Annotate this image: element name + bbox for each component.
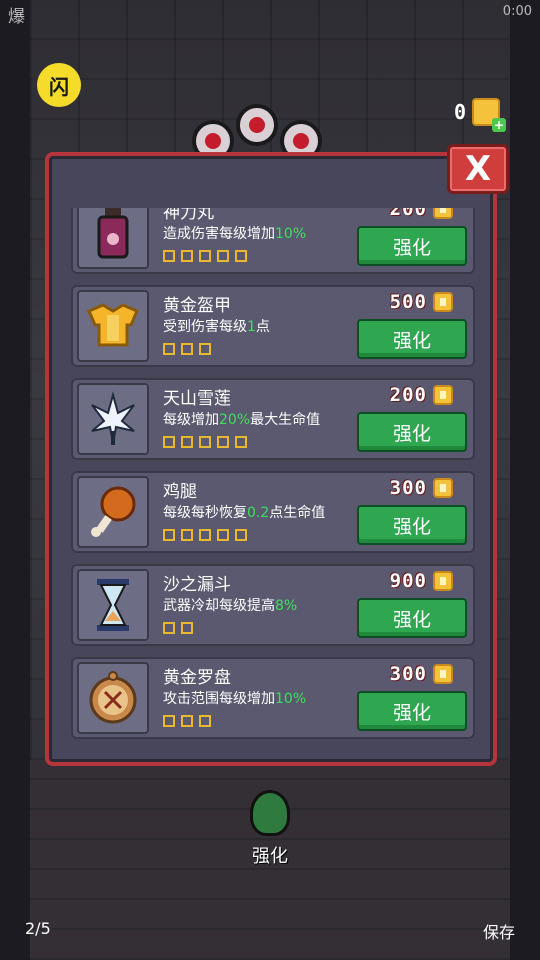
level-slot-icon (181, 436, 193, 448)
level-slot-icon (199, 529, 211, 541)
status-bar-app-label: 爆 (8, 7, 25, 27)
menu-button[interactable]: 闪 (37, 63, 81, 107)
level-slot-icon (181, 343, 193, 355)
level-slot-icon (235, 250, 247, 262)
bottom-upgrade-hint: 强化 (240, 790, 300, 868)
item-description: 受到伤害每级1点 (163, 319, 270, 335)
golden-armor-icon (77, 290, 149, 362)
upgrade-item: 天山雪莲每级增加20%最大生命值 200 强化 (71, 378, 475, 460)
upgrade-button[interactable]: 强化 (357, 319, 467, 359)
item-price: 300 (390, 477, 453, 499)
item-name: 鸡腿 (163, 482, 197, 502)
level-slot-icon (163, 622, 175, 634)
item-name: 沙之漏斗 (163, 575, 231, 595)
item-description: 造成伤害每级增加10% (163, 226, 307, 242)
level-slots (163, 529, 247, 541)
gold-coin-icon (433, 208, 453, 219)
hourglass-icon (77, 569, 149, 641)
close-button[interactable]: X (447, 144, 509, 194)
item-name: 黄金罗盘 (163, 668, 231, 688)
upgrade-item: 沙之漏斗武器冷却每级提高8% 900 强化 (71, 564, 475, 646)
upgrade-item: 黄金盔甲受到伤害每级1点 500 强化 (71, 285, 475, 367)
item-price: 200 (390, 208, 453, 220)
level-slot-icon (181, 529, 193, 541)
upgrade-item: 鸡腿每级每秒恢复0.2点生命值 300 强化 (71, 471, 475, 553)
status-bar-time: 0:00 (502, 4, 532, 19)
gold-coin-icon (433, 478, 453, 498)
level-slot-icon (163, 529, 175, 541)
upgrade-item: 神力丸造成伤害每级增加10% 200 强化 (71, 208, 475, 274)
snow-lotus-icon (77, 383, 149, 455)
level-slot-icon (217, 436, 229, 448)
level-slots (163, 250, 247, 262)
level-slot-icon (235, 529, 247, 541)
gold-coin-icon (433, 664, 453, 684)
item-description: 每级每秒恢复0.2点生命值 (163, 505, 326, 521)
level-slot-icon (163, 343, 175, 355)
item-price: 300 (390, 663, 453, 685)
close-icon: X (464, 149, 492, 189)
item-description: 攻击范围每级增加10% (163, 691, 307, 707)
level-slot-icon (217, 529, 229, 541)
item-description: 每级增加20%最大生命值 (163, 412, 321, 428)
potion-bottle-icon (77, 208, 149, 269)
status-bar: 爆 0:00 (0, 0, 540, 27)
upgrade-panel: 神力丸 造成伤害每级增加10% 200 强化 黄金盔甲 受到伤害每级1点 500 强化 天山雪莲… (45, 152, 497, 766)
level-slot-icon (163, 715, 175, 727)
upgrade-item-list[interactable]: 神力丸 造成伤害每级增加10% 200 强化 黄金盔甲 受到伤害每级1点 500 强化 天山雪莲… (67, 208, 477, 748)
gold-coin-icon (433, 385, 453, 405)
upgrade-button[interactable]: 强化 (357, 412, 467, 452)
level-slot-icon (199, 436, 211, 448)
boss-eyes-decoration (190, 98, 350, 162)
upgrade-button[interactable]: 强化 (357, 505, 467, 545)
item-description: 武器冷却每级提高8% (163, 598, 298, 614)
level-slot-icon (163, 436, 175, 448)
level-slot-icon (181, 250, 193, 262)
save-button[interactable]: 保存 (483, 919, 515, 943)
level-slot-icon (217, 250, 229, 262)
green-potion-icon (250, 790, 290, 836)
item-price: 900 (390, 570, 453, 592)
item-price: 200 (390, 384, 453, 406)
level-slots (163, 622, 193, 634)
level-slots (163, 715, 211, 727)
upgrade-button[interactable]: 强化 (357, 226, 467, 266)
upgrade-button[interactable]: 强化 (357, 691, 467, 731)
level-slots (163, 343, 211, 355)
price-value: 300 (389, 663, 427, 685)
price-value: 300 (389, 477, 427, 499)
level-slot-icon (199, 343, 211, 355)
level-slot-icon (163, 250, 175, 262)
price-value: 200 (389, 384, 427, 406)
item-name: 神力丸 (163, 208, 214, 223)
gold-count: 0 (453, 100, 466, 124)
gold-coin-icon (433, 571, 453, 591)
price-value: 900 (389, 570, 427, 592)
level-slot-icon (235, 436, 247, 448)
level-slot-icon (181, 622, 193, 634)
upgrade-item: 黄金罗盘攻击范围每级增加10% 300 强化 (71, 657, 475, 739)
price-value: 200 (389, 208, 427, 220)
golden-compass-icon (77, 662, 149, 734)
gold-counter: 0 (453, 98, 506, 132)
level-slots (163, 436, 247, 448)
item-name: 天山雪莲 (163, 389, 231, 409)
page-indicator: 2/5 (25, 919, 51, 938)
upgrade-button[interactable]: 强化 (357, 598, 467, 638)
chicken-leg-icon (77, 476, 149, 548)
level-slot-icon (199, 250, 211, 262)
item-name: 黄金盔甲 (163, 296, 231, 316)
price-value: 500 (389, 291, 427, 313)
level-slot-icon (199, 715, 211, 727)
item-price: 500 (390, 291, 453, 313)
level-slot-icon (181, 715, 193, 727)
gold-coin-icon (433, 292, 453, 312)
bottom-upgrade-label: 强化 (252, 846, 288, 867)
add-gold-icon[interactable] (472, 98, 506, 132)
